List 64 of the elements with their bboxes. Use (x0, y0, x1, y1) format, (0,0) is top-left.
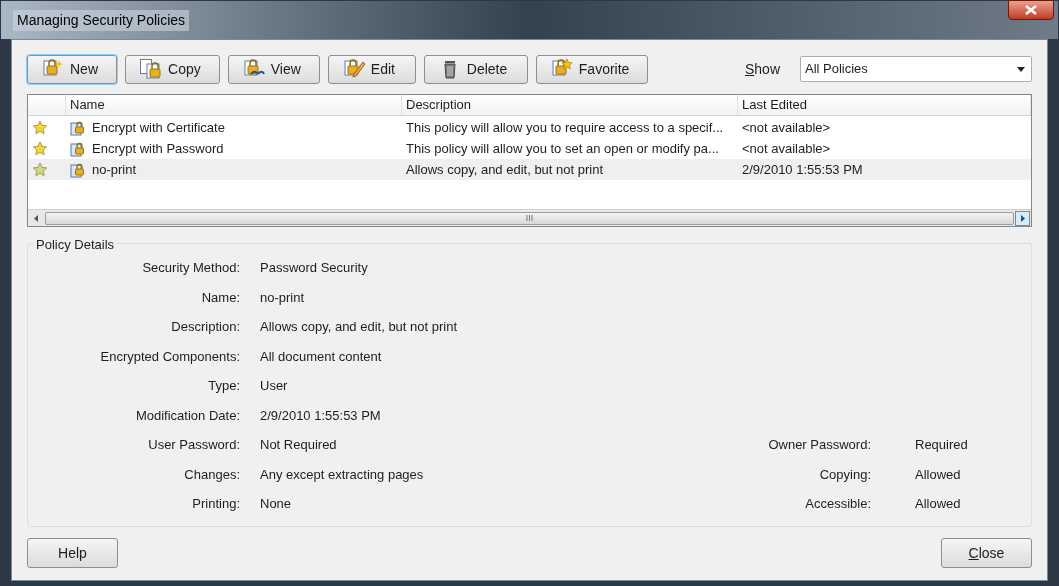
detail-label: Changes: (183, 465, 240, 484)
policy-row[interactable]: Encrypt with Password This policy will allow you to set an open or modify pa... <not available> (28, 138, 1031, 159)
document-lock-icon (70, 140, 86, 157)
column-header[interactable]: Name (66, 95, 402, 115)
table-cell: This policy will allow you to set an open or modify pa... (406, 140, 719, 156)
detail-value: User (260, 377, 289, 395)
table-cell-text: Encrypt with Password (92, 139, 224, 158)
detail-label: Name: (200, 288, 240, 307)
favorite-lock-icon (550, 59, 573, 79)
detail-label: Owner Password: (768, 436, 871, 454)
detail-label: Description: (170, 318, 240, 336)
column-header[interactable]: Last Edited (738, 95, 1031, 115)
detail-label: Security Method: (141, 259, 240, 277)
policy-row[interactable]: Encrypt with Certificate This policy will allow you to require access to a specif... <not available> (28, 117, 1031, 138)
table-cell-text: no-print (92, 160, 137, 179)
table-cell: 2/9/2010 1:55:53 PM (742, 161, 863, 177)
star-icon[interactable] (32, 119, 48, 136)
detail-value: Required (914, 436, 969, 454)
detail-value: Not Required (260, 436, 338, 454)
column-header[interactable]: Description (402, 95, 738, 115)
detail-value: Password Security (260, 259, 369, 277)
detail-label: Modification Date: (134, 406, 240, 425)
table-cell-text: Encrypt with Certificate (92, 118, 225, 137)
dropdown-arrow-icon (1017, 66, 1025, 72)
detail-label: Copying: (819, 465, 871, 484)
star-icon[interactable] (32, 161, 48, 178)
help-button[interactable]: Help (27, 538, 118, 568)
show-label: Show (744, 59, 780, 79)
document-lock-icon (70, 119, 86, 136)
show-dropdown[interactable]: All Policies (800, 56, 1032, 82)
detail-label: User Password: (147, 436, 240, 454)
policy-row[interactable]: no-print Allows copy, and edit, but not print 2/9/2010 1:55:53 PM (28, 159, 1031, 180)
table-cell: Allows copy, and edit, but not print (406, 161, 604, 177)
detail-value: 2/9/2010 1:55:53 PM (260, 406, 382, 425)
new-lock-icon (42, 59, 64, 79)
toolbar-button[interactable]: Delete (423, 54, 528, 84)
toolbar-button[interactable]: Copy (125, 54, 220, 84)
detail-label: Encrypted Components: (99, 347, 240, 366)
edit-lock-icon (342, 59, 365, 79)
scroll-right-icon[interactable] (1015, 210, 1030, 226)
detail-value: Any except extracting pages (260, 465, 425, 484)
detail-value: no-print (260, 288, 306, 307)
detail-value: All document content (260, 347, 383, 366)
view-lock-icon (242, 59, 265, 79)
toolbar-button[interactable]: Edit (327, 54, 416, 84)
table-cell: <not available> (742, 119, 831, 135)
detail-label: Type: (207, 377, 240, 395)
detail-value: Allowed (914, 495, 962, 513)
document-lock-icon (70, 161, 86, 178)
detail-label: Accessible: (805, 495, 871, 513)
toolbar-button[interactable]: New (27, 54, 117, 84)
toolbar-button[interactable]: Favorite (535, 54, 649, 84)
detail-value: Allows copy, and edit, but not print (260, 318, 459, 336)
detail-value: None (260, 495, 293, 513)
close-button[interactable]: Close (941, 538, 1032, 568)
copy-lock-icon (140, 59, 162, 79)
toolbar-button[interactable]: View (227, 54, 320, 84)
table-cell: <not available> (742, 140, 831, 156)
star-icon[interactable] (32, 140, 48, 157)
detail-label: Printing: (191, 495, 240, 513)
table-cell: This policy will allow you to require access to a specif... (406, 119, 724, 135)
window-title: Managing Security Policies (13, 9, 190, 31)
close-icon[interactable] (1008, 0, 1054, 20)
detail-value: Allowed (914, 465, 962, 484)
